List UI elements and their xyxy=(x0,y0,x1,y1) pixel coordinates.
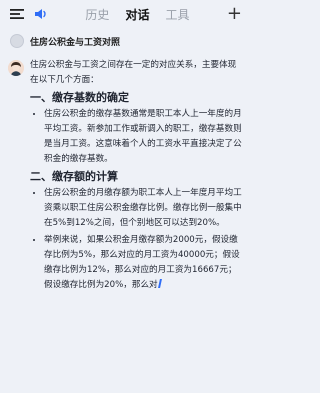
assistant-message: 住房公积金与工资之间存在一定的对应关系，主要体现在以下几个方面： 一、缴存基数的… xyxy=(0,54,250,295)
tab-tools[interactable]: 工具 xyxy=(165,6,189,23)
tab-bar: 历史 对话 工具 xyxy=(85,6,189,23)
message-content: 住房公积金与工资之间存在一定的对应关系，主要体现在以下几个方面： 一、缴存基数的… xyxy=(30,58,242,295)
streaming-text: 举例来说，如果公积金月缴存额为2000元，假设缴存比例为5%，那么对应的月工资为… xyxy=(44,235,240,290)
tab-chat[interactable]: 对话 xyxy=(125,6,149,23)
section-list: 住房公积金的缴存基数通常是职工本人上一年度的月平均工资。新参加工作或新调入的职工… xyxy=(30,107,242,167)
menu-icon[interactable] xyxy=(10,8,24,20)
tab-history[interactable]: 历史 xyxy=(85,6,109,23)
message-intro: 住房公积金与工资之间存在一定的对应关系，主要体现在以下几个方面： xyxy=(30,60,237,85)
new-chat-button[interactable]: + xyxy=(227,5,242,23)
conversation-header: 住房公积金与工资对照 xyxy=(0,28,250,54)
section-list: 住房公积金的月缴存额为职工本人上一年度月平均工资乘以职工住房公积金缴存比例。缴存… xyxy=(30,186,242,293)
list-item: 住房公积金的缴存基数通常是职工本人上一年度的月平均工资。新参加工作或新调入的职工… xyxy=(44,107,242,167)
assistant-avatar xyxy=(8,60,24,76)
section-heading: 二、缴存额的计算 xyxy=(30,170,118,183)
typing-cursor xyxy=(157,279,162,288)
bottom-fade xyxy=(0,337,250,393)
conversation-title: 住房公积金与工资对照 xyxy=(30,37,121,48)
user-avatar xyxy=(10,34,24,48)
top-left-controls xyxy=(10,8,48,20)
speaker-icon[interactable] xyxy=(34,8,48,20)
section-heading: 一、缴存基数的确定 xyxy=(30,91,129,104)
top-bar: 历史 对话 工具 + xyxy=(0,0,250,28)
list-item-last: 举例来说，如果公积金月缴存额为2000元，假设缴存比例为5%，那么对应的月工资为… xyxy=(44,233,242,293)
list-item: 住房公积金的月缴存额为职工本人上一年度月平均工资乘以职工住房公积金缴存比例。缴存… xyxy=(44,186,242,231)
